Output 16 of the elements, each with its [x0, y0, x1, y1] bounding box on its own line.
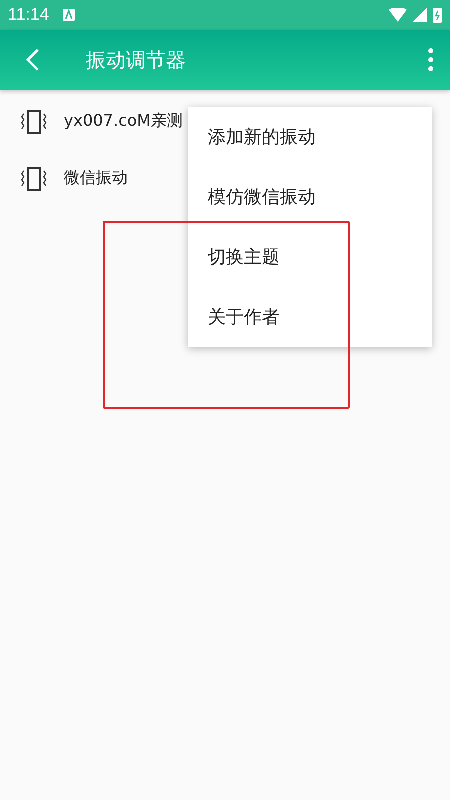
menu-item[interactable]: 切换主题 — [188, 227, 432, 287]
menu-item[interactable]: 关于作者 — [188, 287, 432, 347]
app-title: 振动调节器 — [86, 46, 186, 74]
vibration-name[interactable]: yx007.coM亲测 — [64, 111, 183, 132]
battery-icon — [433, 7, 442, 23]
more-icon — [428, 48, 434, 72]
vibration-icon — [20, 166, 48, 192]
status-time: 11:14 — [8, 5, 50, 25]
signal-icon — [413, 8, 427, 22]
vibration-name[interactable]: 微信振动 — [64, 168, 128, 189]
wifi-icon — [389, 8, 407, 22]
back-icon — [26, 48, 40, 72]
vibration-icon — [20, 108, 48, 134]
menu-item[interactable]: 模仿微信振动 — [188, 167, 432, 227]
notification-icon — [63, 9, 76, 21]
menu-item[interactable]: 添加新的振动 — [188, 107, 432, 167]
